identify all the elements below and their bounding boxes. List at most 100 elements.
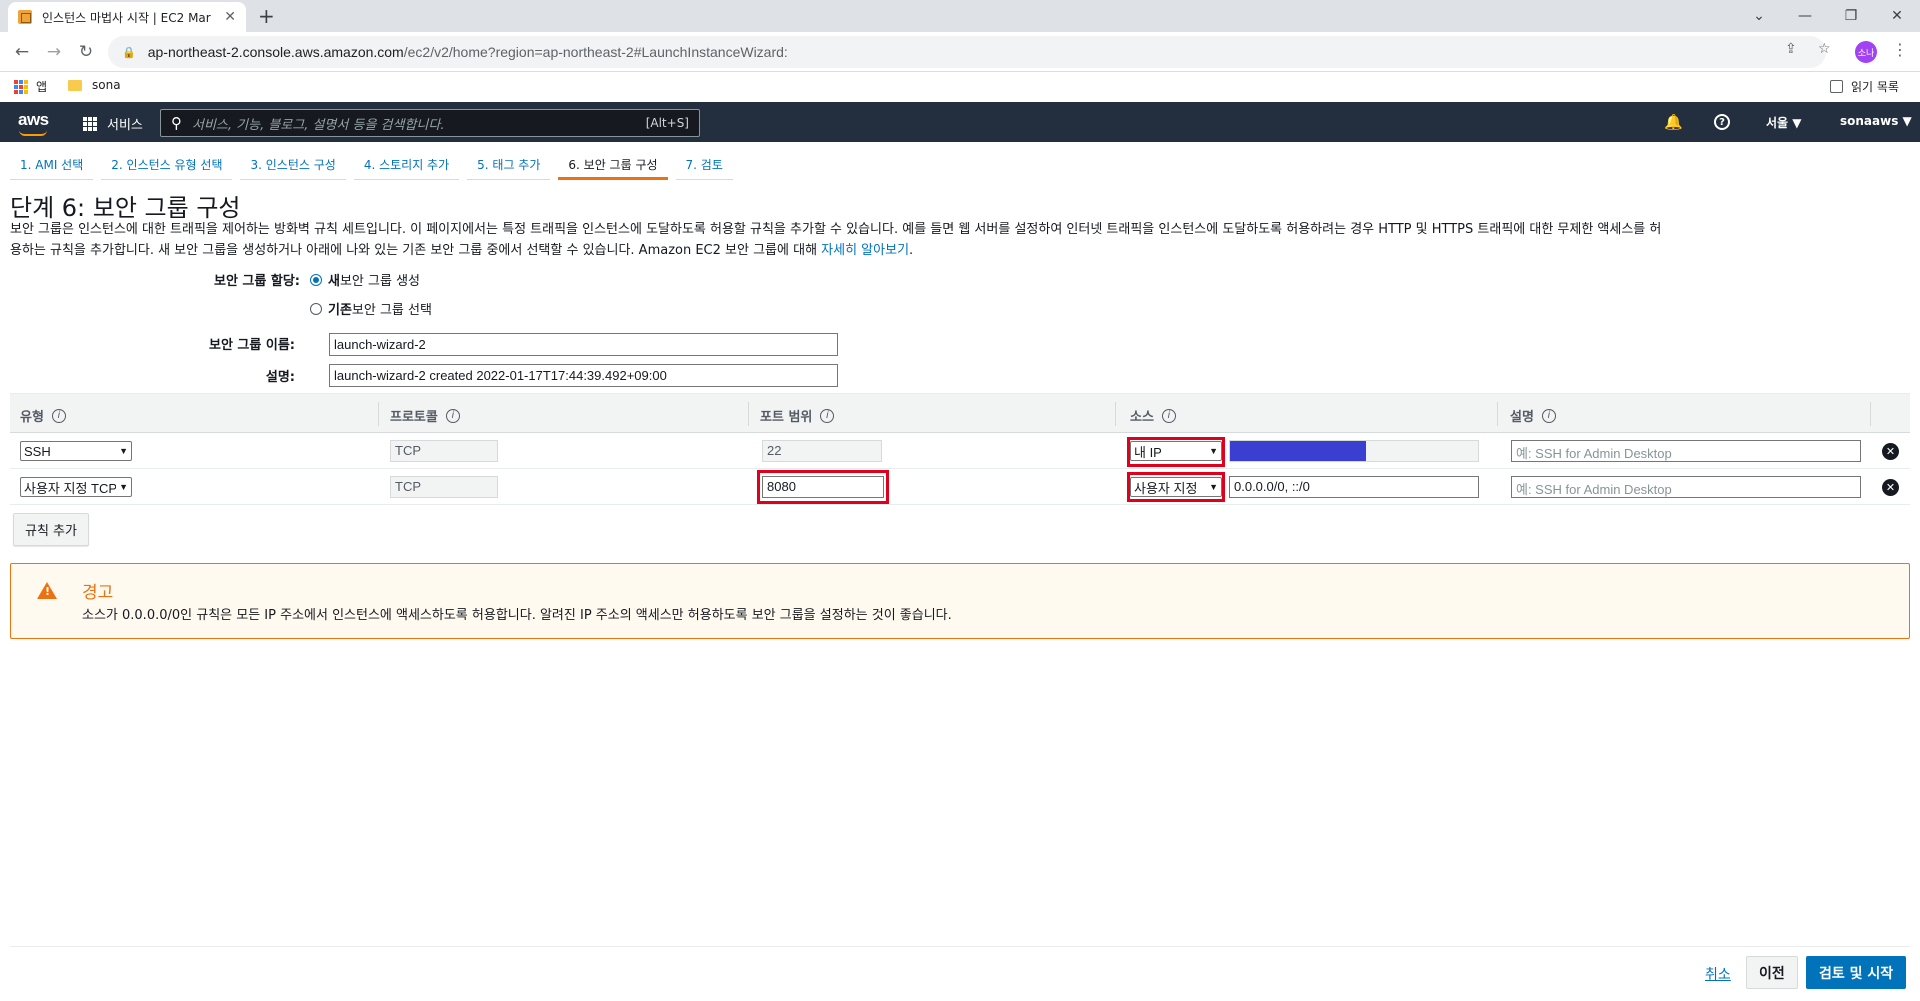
region-menu[interactable]: 서울 ▼ — [1766, 114, 1802, 131]
lock-icon: 🔒 — [122, 45, 136, 59]
url-path: /ec2/v2/home?region=ap-northeast-2#Launc… — [403, 44, 788, 60]
services-grid-icon — [83, 116, 97, 131]
protocol-field: TCP — [390, 476, 498, 498]
tab-tags[interactable]: 5. 태그 추가 — [467, 152, 551, 180]
tab-storage[interactable]: 4. 스토리지 추가 — [353, 152, 460, 180]
th-source: 소스 i — [1130, 406, 1176, 425]
browser-menu-icon[interactable]: ⋮ — [1892, 40, 1908, 59]
warning-icon-glyph: ! — [45, 585, 51, 598]
highlight-port-row2 — [757, 470, 889, 504]
console-search-input[interactable]: ⚲ 서비스, 기능, 블로그, 설명서 등을 검색합니다. [Alt+S] — [160, 109, 700, 137]
aws-logo-text: aws — [18, 110, 49, 129]
highlight-source-type-row1 — [1127, 437, 1225, 467]
new-tab-button[interactable]: + — [258, 4, 275, 28]
tab-security-group[interactable]: 6. 보안 그룹 구성 — [558, 152, 668, 180]
radio-existing-icon[interactable] — [310, 302, 322, 315]
th-port-label: 포트 범위 — [760, 410, 813, 425]
radio-new-icon[interactable] — [310, 273, 322, 286]
info-icon[interactable]: i — [51, 408, 66, 423]
wizard-steps: 1. AMI 선택 2. 인스턴스 유형 선택 3. 인스턴스 구성 4. 스토… — [10, 152, 741, 180]
page-description: 보안 그룹은 인스턴스에 대한 트래픽을 제어하는 방화벽 규칙 세트입니다. … — [10, 219, 1910, 261]
type-select[interactable]: 사용자 지정 TCP ▼ — [20, 477, 132, 497]
th-type-label: 유형 — [20, 410, 44, 425]
tab-configure-instance[interactable]: 3. 인스턴스 구성 — [240, 152, 346, 180]
column-divider — [1497, 402, 1498, 426]
radio-new-bold: 새 — [328, 274, 340, 289]
protocol-field: TCP — [390, 440, 498, 462]
my-ip-fill — [1230, 441, 1367, 461]
radio-new-label: 보안 그룹 생성 — [339, 274, 420, 289]
bookmark-star-icon[interactable]: ☆ — [1818, 41, 1831, 57]
rule-description-input[interactable]: 예: SSH for Admin Desktop — [1511, 440, 1861, 462]
cancel-link[interactable]: 취소 — [1705, 964, 1731, 984]
rule-description-input[interactable]: 예: SSH for Admin Desktop — [1511, 476, 1861, 498]
url-host: ap-northeast-2.console.aws.amazon.com — [147, 44, 404, 60]
remove-rule-icon[interactable]: ✕ — [1882, 479, 1899, 496]
aws-smile-icon — [19, 130, 47, 136]
restore-icon[interactable]: ❐ — [1828, 0, 1874, 32]
warning-text: 소스가 0.0.0.0/0인 규칙은 모든 IP 주소에서 인스턴스에 액세스하… — [82, 608, 952, 623]
th-protocol: 프로토콜 i — [390, 406, 460, 425]
info-icon[interactable]: i — [1161, 408, 1176, 423]
info-icon[interactable]: i — [445, 408, 460, 423]
tab-search-icon[interactable]: ⌄ — [1736, 0, 1782, 32]
review-and-launch-button[interactable]: 검토 및 시작 — [1806, 956, 1907, 989]
forward-icon[interactable]: → — [42, 40, 66, 64]
tab-ami[interactable]: 1. AMI 선택 — [10, 152, 94, 180]
bookmark-apps-label: 앱 — [36, 80, 48, 94]
column-divider — [1870, 402, 1871, 426]
reload-icon[interactable]: ↻ — [74, 40, 98, 64]
reading-list[interactable]: 읽기 목록 — [1830, 78, 1899, 95]
tab-review[interactable]: 7. 검토 — [675, 152, 733, 180]
account-menu[interactable]: sonaaws ▼ — [1840, 114, 1912, 128]
column-divider — [1115, 402, 1116, 426]
help-icon[interactable]: ? — [1714, 114, 1730, 130]
type-select[interactable]: SSH ▼ — [20, 441, 132, 461]
info-icon[interactable]: i — [1541, 408, 1556, 423]
aws-logo[interactable]: aws — [18, 110, 49, 136]
tab-instance-type[interactable]: 2. 인스턴스 유형 선택 — [101, 152, 233, 180]
back-icon[interactable]: ← — [10, 40, 34, 64]
notifications-bell-icon[interactable]: 🔔 — [1664, 113, 1683, 131]
search-placeholder: 서비스, 기능, 블로그, 설명서 등을 검색합니다. — [192, 117, 445, 133]
folder-icon — [68, 79, 82, 91]
source-cidr-input[interactable]: 0.0.0.0/0, ::/0 — [1229, 476, 1479, 498]
tab-close-icon[interactable]: ✕ — [224, 9, 236, 25]
footer-divider — [10, 946, 1910, 947]
th-port-range: 포트 범위 i — [760, 406, 835, 425]
window-close-icon[interactable]: ✕ — [1874, 0, 1920, 32]
highlight-source-type-row2 — [1127, 472, 1225, 502]
radio-existing-group[interactable]: 기존 보안 그룹 선택 — [310, 299, 432, 318]
browser-tab[interactable]: 인스턴스 마법사 시작 | EC2 Mar ✕ — [8, 2, 246, 32]
warning-alert: ! 경고 소스가 0.0.0.0/0인 규칙은 모든 IP 주소에서 인스턴스에… — [10, 563, 1910, 639]
minimize-icon[interactable]: — — [1782, 0, 1828, 32]
reading-list-icon — [1830, 80, 1843, 93]
add-rule-button[interactable]: 규칙 추가 — [13, 513, 89, 546]
warning-title: 경고 — [82, 583, 114, 603]
bookmark-apps[interactable]: 앱 — [14, 78, 47, 95]
share-icon[interactable]: ⇪ — [1785, 41, 1797, 57]
bookmark-folder-sona[interactable]: sona — [68, 78, 121, 92]
radio-new-group[interactable]: 새 보안 그룹 생성 — [310, 270, 420, 289]
reading-list-label: 읽기 목록 — [1851, 80, 1899, 94]
table-row: SSH ▼ TCP 22 내 IP ▼ 예: SSH for Admin Deskt… — [10, 433, 1910, 469]
group-name-input[interactable]: launch-wizard-2 — [329, 333, 838, 356]
info-icon[interactable]: i — [820, 408, 835, 423]
learn-more-link[interactable]: 자세히 알아보기 — [821, 243, 909, 258]
group-desc-input[interactable]: launch-wizard-2 created 2022-01-17T17:44… — [329, 364, 838, 387]
search-icon: ⚲ — [171, 114, 182, 132]
rules-table-header: 유형 i 프로토콜 i 포트 범위 i 소스 i 설명 i — [10, 393, 1910, 433]
search-shortcut: [Alt+S] — [645, 116, 689, 130]
table-row: 사용자 지정 TCP ▼ TCP 8080 사용자 지정 ▼ 0.0.0.0/0, … — [10, 469, 1910, 505]
warning-icon: ! — [37, 582, 57, 599]
services-menu[interactable]: 서비스 — [83, 114, 143, 133]
th-description: 설명 i — [1510, 406, 1556, 425]
chevron-down-icon: ▼ — [119, 482, 128, 492]
th-protocol-label: 프로토콜 — [390, 410, 438, 425]
previous-button[interactable]: 이전 — [1746, 956, 1798, 989]
browser-tabbar: 인스턴스 마법사 시작 | EC2 Mar ✕ + ⌄ — ❐ ✕ — [0, 0, 1920, 32]
th-description-label: 설명 — [1510, 410, 1534, 425]
url-field[interactable]: 🔒 ap-northeast-2.console.aws.amazon.com/… — [108, 36, 1826, 68]
remove-rule-icon[interactable]: ✕ — [1882, 443, 1899, 460]
profile-avatar[interactable]: 소나 — [1855, 41, 1877, 63]
